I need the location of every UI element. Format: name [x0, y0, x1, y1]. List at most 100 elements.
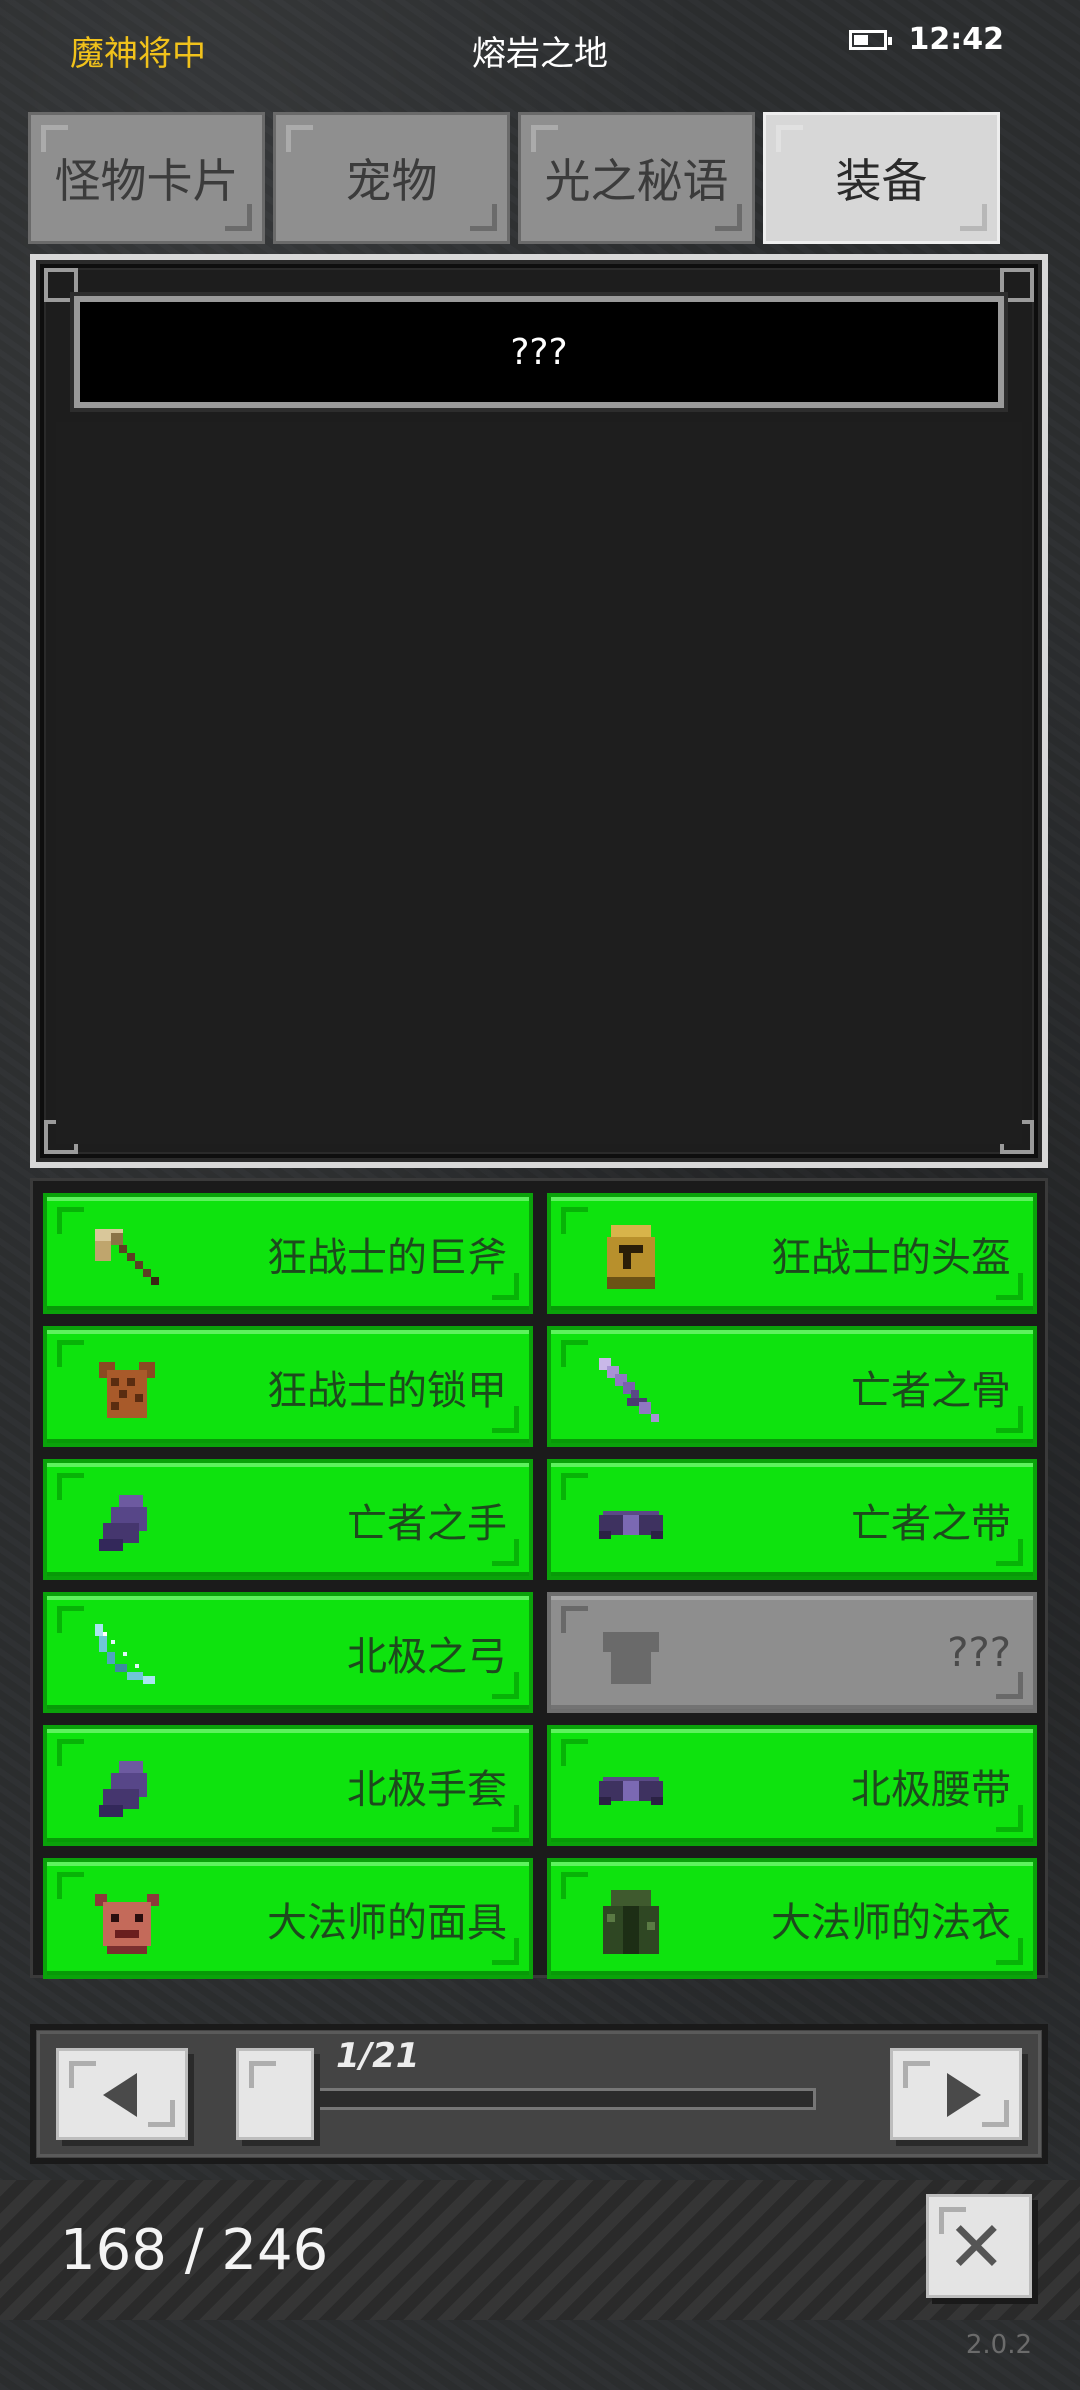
corner-decoration [561, 1872, 588, 1899]
tab-light-secrets[interactable]: 光之秘语 [518, 112, 755, 244]
corner-decoration [715, 204, 742, 231]
corner-decoration [960, 204, 987, 231]
mask-icon [87, 1882, 167, 1962]
equipment-item-slot[interactable]: 亡者之带 [547, 1459, 1037, 1580]
frame-ornament [44, 268, 78, 302]
close-icon: ✕ [947, 2206, 1006, 2288]
next-page-button[interactable] [890, 2048, 1022, 2140]
corner-decoration [492, 1938, 519, 1965]
corner-decoration [996, 1672, 1023, 1699]
corner-decoration [286, 125, 313, 152]
equipment-item-slot[interactable]: 大法师的面具 [43, 1858, 533, 1979]
tab-label: 装备 [835, 154, 928, 208]
unknown-armor-icon [591, 1616, 671, 1696]
corner-decoration [903, 2061, 930, 2088]
armor-icon [87, 1350, 167, 1430]
frame-ornament [1000, 268, 1034, 302]
tab-label: 光之秘语 [544, 154, 729, 208]
equipment-item-slot[interactable]: 大法师的法衣 [547, 1858, 1037, 1979]
item-label: 大法师的法衣 [771, 1899, 1011, 1946]
tab-monster-cards[interactable]: 怪物卡片 [28, 112, 265, 244]
corner-decoration [225, 204, 252, 231]
corner-decoration [57, 1340, 84, 1367]
corner-decoration [492, 1672, 519, 1699]
corner-decoration [41, 125, 68, 152]
corner-decoration [531, 125, 558, 152]
page-indicator: 1/21 [336, 2036, 420, 2076]
equipment-item-slot[interactable]: 北极手套 [43, 1725, 533, 1846]
prev-page-button[interactable] [56, 2048, 188, 2140]
item-label: 狂战士的巨斧 [267, 1234, 507, 1281]
corner-decoration [470, 204, 497, 231]
corner-decoration [996, 1406, 1023, 1433]
equipment-grid-panel: 狂战士的巨斧 狂战士的头盔狂战士的锁甲 亡者之骨亡者之手 亡者之带北极之弓??? 北极手… [30, 1178, 1048, 1979]
item-label: 北极之弓 [347, 1633, 507, 1680]
belt-icon [591, 1483, 671, 1563]
corner-decoration [492, 1805, 519, 1832]
corner-decoration [996, 1273, 1023, 1300]
bow-icon [87, 1616, 167, 1696]
equipment-item-slot[interactable]: 亡者之骨 [547, 1326, 1037, 1447]
battery-icon [848, 29, 892, 50]
helmet-icon [591, 1217, 671, 1297]
corner-decoration [148, 2100, 175, 2127]
corner-decoration [561, 1473, 588, 1500]
item-label: 亡者之带 [851, 1500, 1011, 1547]
corner-decoration [249, 2061, 276, 2088]
corner-decoration [492, 1539, 519, 1566]
corner-decoration [996, 1539, 1023, 1566]
equipment-grid: 狂战士的巨斧 狂战士的头盔狂战士的锁甲 亡者之骨亡者之手 亡者之带北极之弓??? 北极手… [43, 1193, 1039, 1979]
item-name: ??? [510, 331, 568, 373]
corner-decoration [57, 1872, 84, 1899]
page-slider-handle[interactable] [236, 2048, 314, 2140]
page-slider-track[interactable] [306, 2088, 816, 2110]
collection-count: 168 / 246 [60, 2218, 329, 2283]
item-label: 大法师的面具 [267, 1899, 507, 1946]
corner-decoration [69, 2061, 96, 2088]
item-label: 狂战士的头盔 [771, 1234, 1011, 1281]
corner-decoration [561, 1606, 588, 1633]
clock: 12:42 [908, 22, 1005, 57]
item-preview-panel: ??? [30, 254, 1048, 1168]
equipment-item-slot[interactable]: 狂战士的锁甲 [43, 1326, 533, 1447]
arrow-right-icon [947, 2073, 981, 2117]
tab-label: 怪物卡片 [54, 154, 239, 208]
pager: 1/21 [30, 2024, 1048, 2164]
item-label: 北极手套 [347, 1766, 507, 1813]
corner-decoration [996, 1805, 1023, 1832]
corner-decoration [57, 1606, 84, 1633]
corner-decoration [57, 1473, 84, 1500]
arrow-left-icon [103, 2073, 137, 2117]
belt-icon [591, 1749, 671, 1829]
corner-decoration [982, 2100, 1009, 2127]
equipment-item-slot[interactable]: 亡者之手 [43, 1459, 533, 1580]
item-label: 狂战士的锁甲 [267, 1367, 507, 1414]
axe-icon [87, 1217, 167, 1297]
equipment-item-slot[interactable]: 狂战士的巨斧 [43, 1193, 533, 1314]
corner-decoration [57, 1207, 84, 1234]
status-bar: 魔神将中 熔岩之地 12:42 [0, 0, 1080, 96]
equipment-item-slot[interactable]: 北极之弓 [43, 1592, 533, 1713]
corner-decoration [561, 1739, 588, 1766]
tab-equipment[interactable]: 装备 [763, 112, 1000, 244]
item-name-bar: ??? [70, 292, 1008, 412]
corner-decoration [492, 1273, 519, 1300]
tab-label: 宠物 [345, 154, 438, 208]
glove-icon [87, 1483, 167, 1563]
robe-icon [591, 1882, 671, 1962]
system-status: 12:42 [848, 22, 1005, 57]
equipment-item-slot[interactable]: 北极腰带 [547, 1725, 1037, 1846]
corner-decoration [57, 1739, 84, 1766]
close-button[interactable]: ✕ [926, 2194, 1032, 2298]
item-label: 亡者之手 [347, 1500, 507, 1547]
tab-pets[interactable]: 宠物 [273, 112, 510, 244]
item-description-area [56, 422, 1022, 1144]
corner-decoration [492, 1406, 519, 1433]
corner-decoration [561, 1340, 588, 1367]
item-label: 北极腰带 [851, 1766, 1011, 1813]
equipment-item-slot[interactable]: 狂战士的头盔 [547, 1193, 1037, 1314]
corner-decoration [561, 1207, 588, 1234]
version-label: 2.0.2 [965, 2330, 1032, 2360]
locked-item-slot[interactable]: ??? [547, 1592, 1037, 1713]
category-tabs: 怪物卡片 宠物 光之秘语 装备 [28, 112, 1000, 244]
